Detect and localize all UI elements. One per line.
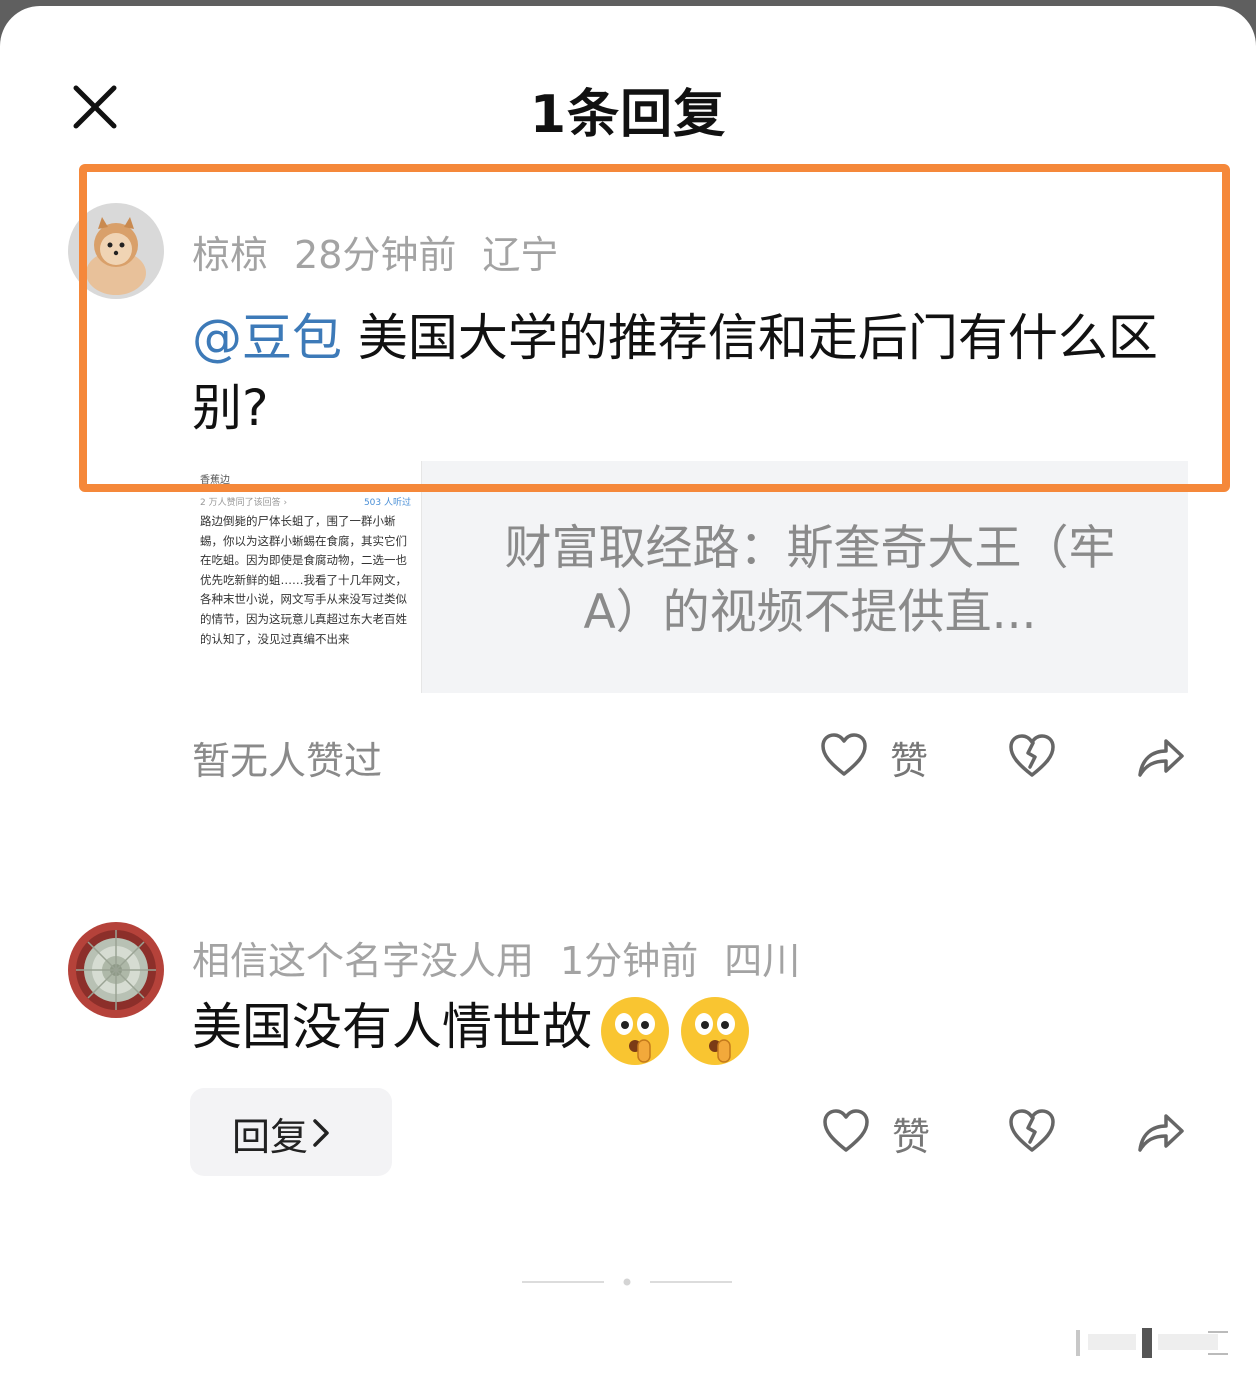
- avatar[interactable]: [68, 922, 164, 1018]
- preview-thumbnail: 香蕉边 2 万人赞同了该回答 › 503 人听过 路边倒毙的尸体长蛆了，围了一群…: [190, 461, 422, 693]
- page-indicator: [522, 1278, 732, 1286]
- comment-sheet: 1条回复 椋椋 28分钟前 辽宁 @豆包 美国大学的推荐信和走后门有什么区别? 香蕉…: [0, 6, 1256, 1381]
- thumb-text: 路边倒毙的尸体长蛆了，围了一群小蜥蜴，你以为这群小蜥蜴在食腐，其实它们在吃蛆。因…: [200, 514, 407, 646]
- succulent-avatar-icon: [68, 922, 164, 1018]
- link-preview-card[interactable]: 香蕉边 2 万人赞同了该回答 › 503 人听过 路边倒毙的尸体长蛆了，围了一群…: [190, 461, 1188, 693]
- location: 四川: [724, 939, 801, 983]
- share-icon[interactable]: [1136, 1108, 1186, 1154]
- heart-icon: [821, 733, 867, 776]
- preview-title: 财富取经路：斯奎奇大王（牢 A）的视频不提供直...: [504, 521, 1116, 640]
- comment-body: 美国没有人情世故: [192, 998, 592, 1056]
- reply-label: 回复: [232, 1115, 309, 1159]
- shush-emoji-icon: [601, 996, 669, 1065]
- comment-text: 美国没有人情世故: [192, 992, 1092, 1068]
- comment-meta: 相信这个名字没人用 1分钟前 四川: [192, 930, 826, 985]
- broken-heart-icon[interactable]: [1008, 1108, 1056, 1154]
- reply-button[interactable]: 回复: [190, 1088, 392, 1176]
- shush-emoji-icon: [681, 996, 749, 1065]
- likes-summary: 暂无人赞过: [192, 739, 383, 783]
- like-label: 赞: [892, 1115, 931, 1159]
- timestamp: 1分钟前: [560, 939, 699, 983]
- thumb-stats-right: 503 人听过: [363, 498, 411, 508]
- watermark-icon: [1076, 1328, 1228, 1358]
- share-icon[interactable]: [1136, 733, 1186, 779]
- broken-heart-icon[interactable]: [1008, 733, 1056, 779]
- chevron-right-icon: [313, 1119, 329, 1147]
- heart-icon: [823, 1109, 869, 1152]
- thumb-stats-left: 2 万人赞同了该回答 ›: [200, 498, 288, 508]
- like-label: 赞: [890, 739, 929, 783]
- thumb-stats: 2 万人赞同了该回答 › 503 人听过: [200, 495, 411, 508]
- page-title: 1条回复: [529, 85, 727, 145]
- username[interactable]: 相信这个名字没人用: [192, 939, 534, 983]
- highlight-box: [79, 164, 1230, 492]
